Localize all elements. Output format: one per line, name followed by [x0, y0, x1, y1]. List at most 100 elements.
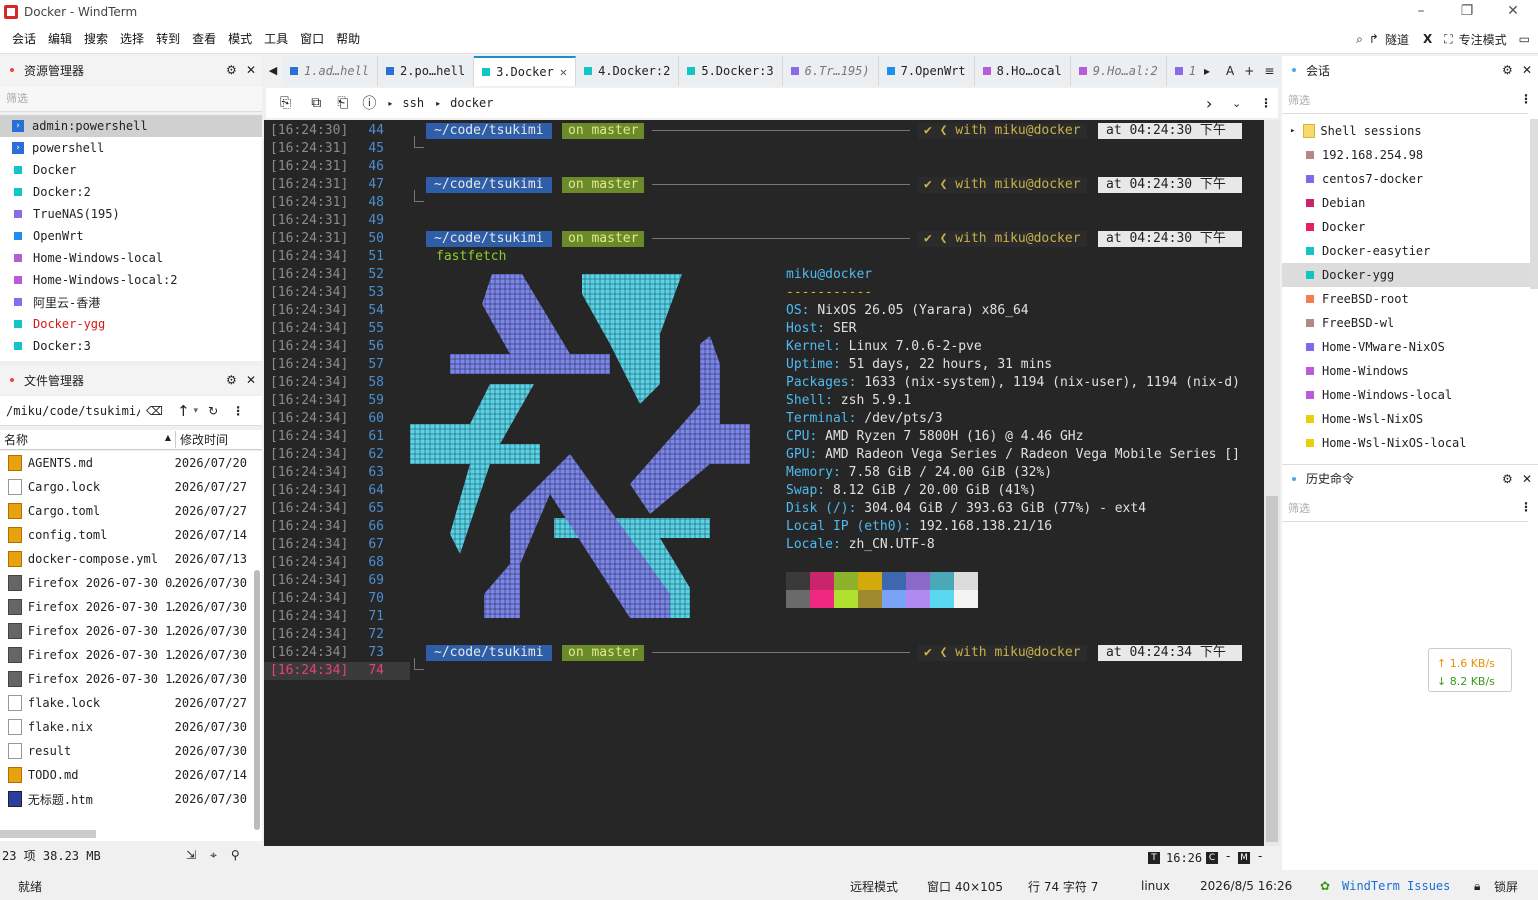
column-time[interactable]: 修改时间	[176, 431, 228, 448]
address-dropdown-icon[interactable]: ⌄	[1232, 97, 1241, 110]
tab[interactable]: 2.po…hell	[378, 56, 475, 86]
info-icon[interactable]: ⓘ	[362, 93, 376, 113]
lock-icon[interactable]: 🔒︎	[1474, 879, 1480, 894]
explorer-session-item[interactable]: › powershell	[0, 137, 262, 159]
session-item[interactable]: 192.168.254.98	[1282, 143, 1530, 167]
refresh-icon[interactable]: ↻	[208, 404, 218, 418]
file-row[interactable]: Firefox 2026-07-30 1… 2026/07/30	[2, 595, 254, 619]
tab[interactable]: 8.Ho…ocal	[975, 56, 1071, 86]
tunnel-button[interactable]: 隧道	[1385, 31, 1409, 48]
tab[interactable]: 7.OpenWrt	[879, 56, 975, 86]
focus-icon[interactable]: ⛶	[1444, 32, 1452, 47]
tab-menu-icon[interactable]: ≡	[1264, 64, 1274, 78]
close-pane-icon[interactable]: ✕	[246, 373, 256, 387]
menu-item[interactable]: 会话	[6, 30, 42, 47]
tunnel-icon[interactable]: ↱	[1369, 32, 1379, 46]
copy-session-icon[interactable]: ⎗	[337, 95, 348, 111]
menu-item[interactable]: 帮助	[330, 30, 366, 47]
tab-close-icon[interactable]: ✕	[560, 65, 567, 79]
tab-scroll-right-icon[interactable]: ▸	[1204, 64, 1210, 78]
file-row[interactable]: TODO.md 2026/07/14	[2, 763, 254, 787]
explorer-session-item[interactable]: › admin:powershell	[0, 115, 262, 137]
expand-icon[interactable]: ▸	[1290, 126, 1295, 136]
settings-icon[interactable]: ⚙	[1502, 472, 1513, 486]
close-button[interactable]: ✕	[1490, 0, 1536, 24]
explorer-session-item[interactable]: Home-Windows-local:2	[0, 269, 262, 291]
tab[interactable]: 4.Docker:2	[576, 56, 680, 86]
file-row[interactable]: Firefox 2026-07-30 1… 2026/07/30	[2, 619, 254, 643]
minimize-button[interactable]: –	[1398, 0, 1444, 24]
file-row[interactable]: result 2026/07/30	[2, 739, 254, 763]
terminal-m-icon[interactable]: M	[1238, 852, 1250, 864]
file-scrollbar[interactable]	[254, 570, 260, 830]
terminal-scrollbar-track[interactable]	[1264, 120, 1280, 846]
tab-scroll-left-icon[interactable]: ◀	[264, 56, 282, 86]
close-pane-icon[interactable]: ✕	[1522, 63, 1532, 77]
file-row[interactable]: Cargo.lock 2026/07/27	[2, 475, 254, 499]
history-dropdown-icon[interactable]: ▾	[194, 406, 199, 416]
file-hscrollbar[interactable]	[0, 830, 96, 838]
file-row[interactable]: 无标题.htm 2026/07/30	[2, 787, 254, 811]
tab[interactable]: 9.Ho…al:2	[1071, 56, 1167, 86]
session-item[interactable]: Home-Windows	[1282, 359, 1530, 383]
file-row[interactable]: docker-compose.yml 2026/07/13	[2, 547, 254, 571]
explorer-session-item[interactable]: Docker:2	[0, 181, 262, 203]
session-item[interactable]: Home-Wsl-NixOS-local	[1282, 431, 1530, 455]
network-location-icon[interactable]: ⚲	[231, 848, 240, 862]
clear-path-icon[interactable]: ⌫	[146, 404, 163, 418]
tab[interactable]: 5.Docker:3	[679, 56, 783, 86]
session-item[interactable]: Docker	[1282, 215, 1530, 239]
menu-item[interactable]: 编辑	[42, 30, 78, 47]
sessions-filter-input[interactable]: 筛选	[1282, 88, 1528, 114]
menu-item[interactable]: 转到	[150, 30, 186, 47]
more-icon[interactable]: ⋮	[1520, 92, 1532, 106]
session-item[interactable]: ▸ Shell sessions	[1282, 119, 1530, 143]
explorer-session-item[interactable]: Docker-ygg	[0, 313, 262, 335]
session-item[interactable]: centos7-docker	[1282, 167, 1530, 191]
close-pane-icon[interactable]: ✕	[246, 63, 256, 77]
breadcrumb-host[interactable]: docker	[450, 96, 493, 110]
more-icon[interactable]: ⋮	[1260, 96, 1272, 110]
search-icon[interactable]: ⌕	[1356, 32, 1363, 47]
file-row[interactable]: Firefox 2026-07-30 0… 2026/07/30	[2, 571, 254, 595]
location-icon[interactable]: ⌖	[210, 848, 217, 863]
sessions-scrollbar[interactable]	[1530, 119, 1538, 289]
terminal-c-icon[interactable]: C	[1206, 852, 1218, 864]
explorer-session-item[interactable]: TrueNAS(195)	[0, 203, 262, 225]
menu-item[interactable]: 模式	[222, 30, 258, 47]
x-icon[interactable]: X	[1423, 32, 1432, 46]
explorer-session-item[interactable]: OpenWrt	[0, 225, 262, 247]
tab[interactable]: 3.Docker ✕	[474, 56, 577, 86]
history-filter-input[interactable]: 筛选	[1282, 496, 1528, 522]
session-item[interactable]: FreeBSD-wl	[1282, 311, 1530, 335]
focus-mode-button[interactable]: 专注模式	[1459, 31, 1507, 48]
explorer-session-item[interactable]: Docker:3	[0, 335, 262, 357]
terminal-scrollbar-thumb[interactable]	[1266, 496, 1278, 842]
session-item[interactable]: Home-VMware-NixOS	[1282, 335, 1530, 359]
path-input[interactable]: /miku/code/tsukimi/	[0, 404, 140, 418]
session-item[interactable]: Home-Windows-local	[1282, 383, 1530, 407]
issues-link[interactable]: WindTerm Issues	[1342, 879, 1450, 893]
session-item[interactable]: Debian	[1282, 191, 1530, 215]
menu-item[interactable]: 搜索	[78, 30, 114, 47]
column-name[interactable]: 名称 ▲	[0, 431, 176, 448]
maximize-button[interactable]: ❐	[1444, 0, 1490, 24]
file-row[interactable]: Firefox 2026-07-30 1… 2026/07/30	[2, 643, 254, 667]
lock-screen-button[interactable]: 锁屏	[1494, 878, 1518, 895]
menu-item[interactable]: 选择	[114, 30, 150, 47]
explorer-session-item[interactable]: Home-Windows-local	[0, 247, 262, 269]
settings-icon[interactable]: ⚙	[226, 63, 237, 77]
session-item[interactable]: Docker-ygg	[1282, 263, 1530, 287]
session-item[interactable]: FreeBSD-root	[1282, 287, 1530, 311]
open-folder-icon[interactable]: ⇲	[186, 848, 196, 862]
more-icon[interactable]: ⋮	[232, 404, 244, 418]
tab[interactable]: 1.ad…hell	[282, 56, 379, 86]
terminal-view[interactable]: [16:24:30] 44 ~/code/tsukimi on master ✔ ❮ w…	[264, 120, 1264, 846]
breadcrumb-protocol[interactable]: ssh	[402, 96, 424, 110]
file-row[interactable]: flake.lock 2026/07/27	[2, 691, 254, 715]
session-item[interactable]: Docker-easytier	[1282, 239, 1530, 263]
new-tab-icon[interactable]: +	[1244, 64, 1254, 78]
settings-icon[interactable]: ⚙	[226, 373, 237, 387]
more-icon[interactable]: ⋮	[1520, 500, 1532, 514]
file-row[interactable]: config.toml 2026/07/14	[2, 523, 254, 547]
